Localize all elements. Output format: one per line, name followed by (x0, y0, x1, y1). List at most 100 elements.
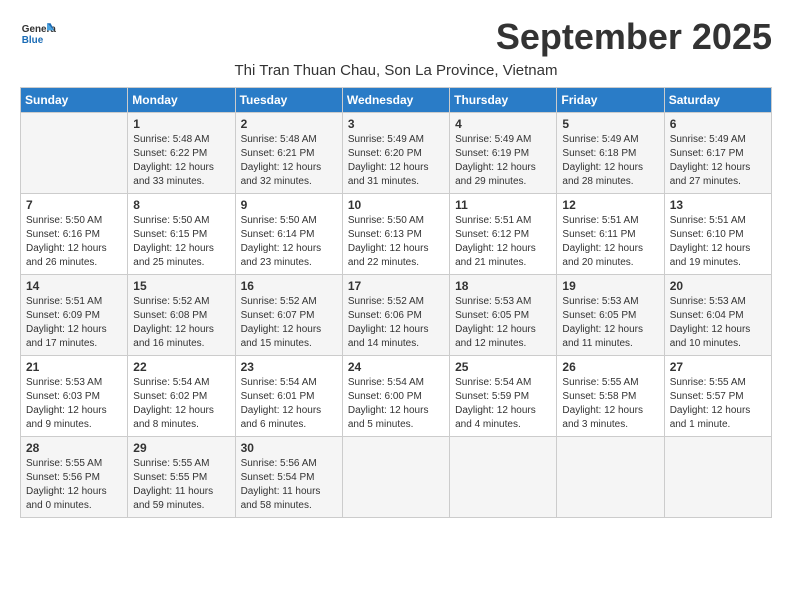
cell-info: Sunrise: 5:54 AM Sunset: 6:01 PM Dayligh… (241, 376, 337, 432)
calendar-cell: 26 Sunrise: 5:55 AM Sunset: 5:58 PM Dayli… (557, 356, 664, 437)
page-header: General Blue September 2025 (20, 16, 772, 58)
cell-day-number: 21 (26, 360, 122, 374)
cell-day-number: 1 (133, 117, 229, 131)
calendar-cell: 5Sunrise: 5:49 AM Sunset: 6:18 PM Daylig… (557, 113, 664, 194)
day-header-thursday: Thursday (450, 88, 557, 113)
calendar-cell: 24 Sunrise: 5:54 AM Sunset: 6:00 PM Dayli… (342, 356, 449, 437)
calendar-cell: 19Sunrise: 5:53 AM Sunset: 6:05 PM Dayli… (557, 275, 664, 356)
cell-info: Sunrise: 5:54 AM Sunset: 6:00 PM Dayligh… (348, 376, 444, 432)
cell-info: Sunrise: 5:55 AM Sunset: 5:56 PM Dayligh… (26, 457, 122, 513)
calendar-cell: 17 Sunrise: 5:52 AM Sunset: 6:06 PM Dayli… (342, 275, 449, 356)
calendar-cell: 16 Sunrise: 5:52 AM Sunset: 6:07 PM Dayli… (235, 275, 342, 356)
cell-day-number: 18 (455, 279, 551, 293)
logo: General Blue (20, 16, 60, 52)
cell-info: Sunrise: 5:53 AM Sunset: 6:05 PM Dayligh… (562, 295, 658, 351)
month-title: September 2025 (496, 16, 772, 58)
cell-info: Sunrise: 5:55 AM Sunset: 5:58 PM Dayligh… (562, 376, 658, 432)
calendar-week-row: 14 Sunrise: 5:51 AM Sunset: 6:09 PM Dayli… (21, 275, 772, 356)
cell-info: Sunrise: 5:50 AM Sunset: 6:16 PM Dayligh… (26, 214, 122, 270)
cell-day-number: 13 (670, 198, 766, 212)
calendar-cell: 6 Sunrise: 5:49 AM Sunset: 6:17 PM Daylig… (664, 113, 771, 194)
cell-day-number: 14 (26, 279, 122, 293)
cell-info: Sunrise: 5:56 AM Sunset: 5:54 PM Dayligh… (241, 457, 337, 513)
cell-day-number: 8 (133, 198, 229, 212)
cell-info: Sunrise: 5:53 AM Sunset: 6:05 PM Dayligh… (455, 295, 551, 351)
cell-info: Sunrise: 5:50 AM Sunset: 6:13 PM Dayligh… (348, 214, 444, 270)
calendar-cell: 9 Sunrise: 5:50 AM Sunset: 6:14 PM Daylig… (235, 194, 342, 275)
calendar-cell: 15 Sunrise: 5:52 AM Sunset: 6:08 PM Dayli… (128, 275, 235, 356)
day-header-sunday: Sunday (21, 88, 128, 113)
calendar-week-row: 28 Sunrise: 5:55 AM Sunset: 5:56 PM Dayli… (21, 437, 772, 518)
cell-day-number: 16 (241, 279, 337, 293)
calendar-cell: 22 Sunrise: 5:54 AM Sunset: 6:02 PM Dayli… (128, 356, 235, 437)
cell-info: Sunrise: 5:52 AM Sunset: 6:06 PM Dayligh… (348, 295, 444, 351)
cell-day-number: 24 (348, 360, 444, 374)
calendar-cell: 27Sunrise: 5:55 AM Sunset: 5:57 PM Dayli… (664, 356, 771, 437)
cell-info: Sunrise: 5:48 AM Sunset: 6:21 PM Dayligh… (241, 133, 337, 189)
calendar-cell: 8 Sunrise: 5:50 AM Sunset: 6:15 PM Daylig… (128, 194, 235, 275)
cell-day-number: 6 (670, 117, 766, 131)
cell-day-number: 29 (133, 441, 229, 455)
cell-info: Sunrise: 5:50 AM Sunset: 6:15 PM Dayligh… (133, 214, 229, 270)
day-header-monday: Monday (128, 88, 235, 113)
cell-info: Sunrise: 5:49 AM Sunset: 6:19 PM Dayligh… (455, 133, 551, 189)
calendar-cell (450, 437, 557, 518)
cell-info: Sunrise: 5:51 AM Sunset: 6:10 PM Dayligh… (670, 214, 766, 270)
calendar-cell: 29 Sunrise: 5:55 AM Sunset: 5:55 PM Dayli… (128, 437, 235, 518)
day-header-wednesday: Wednesday (342, 88, 449, 113)
cell-day-number: 26 (562, 360, 658, 374)
cell-info: Sunrise: 5:50 AM Sunset: 6:14 PM Dayligh… (241, 214, 337, 270)
cell-info: Sunrise: 5:51 AM Sunset: 6:11 PM Dayligh… (562, 214, 658, 270)
calendar-cell: 21Sunrise: 5:53 AM Sunset: 6:03 PM Dayli… (21, 356, 128, 437)
calendar-cell: 13 Sunrise: 5:51 AM Sunset: 6:10 PM Dayli… (664, 194, 771, 275)
calendar-cell: 30Sunrise: 5:56 AM Sunset: 5:54 PM Dayli… (235, 437, 342, 518)
calendar-cell: 7Sunrise: 5:50 AM Sunset: 6:16 PM Daylig… (21, 194, 128, 275)
cell-day-number: 12 (562, 198, 658, 212)
day-header-tuesday: Tuesday (235, 88, 342, 113)
calendar-cell: 2 Sunrise: 5:48 AM Sunset: 6:21 PM Daylig… (235, 113, 342, 194)
cell-day-number: 3 (348, 117, 444, 131)
cell-day-number: 11 (455, 198, 551, 212)
cell-info: Sunrise: 5:55 AM Sunset: 5:55 PM Dayligh… (133, 457, 229, 513)
calendar-cell: 4 Sunrise: 5:49 AM Sunset: 6:19 PM Daylig… (450, 113, 557, 194)
calendar-cell (557, 437, 664, 518)
calendar-week-row: 7Sunrise: 5:50 AM Sunset: 6:16 PM Daylig… (21, 194, 772, 275)
day-header-friday: Friday (557, 88, 664, 113)
cell-info: Sunrise: 5:51 AM Sunset: 6:09 PM Dayligh… (26, 295, 122, 351)
cell-day-number: 17 (348, 279, 444, 293)
cell-day-number: 4 (455, 117, 551, 131)
cell-day-number: 20 (670, 279, 766, 293)
calendar-week-row: 1 Sunrise: 5:48 AM Sunset: 6:22 PM Daylig… (21, 113, 772, 194)
calendar-cell: 23Sunrise: 5:54 AM Sunset: 6:01 PM Dayli… (235, 356, 342, 437)
day-header-saturday: Saturday (664, 88, 771, 113)
logo-icon: General Blue (20, 16, 56, 52)
calendar-cell (342, 437, 449, 518)
cell-info: Sunrise: 5:49 AM Sunset: 6:17 PM Dayligh… (670, 133, 766, 189)
cell-info: Sunrise: 5:52 AM Sunset: 6:08 PM Dayligh… (133, 295, 229, 351)
cell-info: Sunrise: 5:49 AM Sunset: 6:20 PM Dayligh… (348, 133, 444, 189)
calendar-cell: 10 Sunrise: 5:50 AM Sunset: 6:13 PM Dayli… (342, 194, 449, 275)
calendar-cell: 28 Sunrise: 5:55 AM Sunset: 5:56 PM Dayli… (21, 437, 128, 518)
svg-text:Blue: Blue (22, 35, 44, 46)
calendar-cell: 3 Sunrise: 5:49 AM Sunset: 6:20 PM Daylig… (342, 113, 449, 194)
cell-day-number: 9 (241, 198, 337, 212)
calendar-cell: 11Sunrise: 5:51 AM Sunset: 6:12 PM Dayli… (450, 194, 557, 275)
calendar-cell (664, 437, 771, 518)
calendar-cell: 18 Sunrise: 5:53 AM Sunset: 6:05 PM Dayli… (450, 275, 557, 356)
cell-day-number: 2 (241, 117, 337, 131)
cell-day-number: 10 (348, 198, 444, 212)
cell-day-number: 22 (133, 360, 229, 374)
cell-info: Sunrise: 5:54 AM Sunset: 5:59 PM Dayligh… (455, 376, 551, 432)
calendar: SundayMondayTuesdayWednesdayThursdayFrid… (20, 87, 772, 518)
cell-day-number: 25 (455, 360, 551, 374)
calendar-cell: 14 Sunrise: 5:51 AM Sunset: 6:09 PM Dayli… (21, 275, 128, 356)
cell-info: Sunrise: 5:52 AM Sunset: 6:07 PM Dayligh… (241, 295, 337, 351)
calendar-cell: 12 Sunrise: 5:51 AM Sunset: 6:11 PM Dayli… (557, 194, 664, 275)
cell-info: Sunrise: 5:55 AM Sunset: 5:57 PM Dayligh… (670, 376, 766, 432)
cell-info: Sunrise: 5:54 AM Sunset: 6:02 PM Dayligh… (133, 376, 229, 432)
calendar-cell: 1 Sunrise: 5:48 AM Sunset: 6:22 PM Daylig… (128, 113, 235, 194)
cell-day-number: 28 (26, 441, 122, 455)
cell-day-number: 15 (133, 279, 229, 293)
calendar-week-row: 21Sunrise: 5:53 AM Sunset: 6:03 PM Dayli… (21, 356, 772, 437)
cell-info: Sunrise: 5:48 AM Sunset: 6:22 PM Dayligh… (133, 133, 229, 189)
